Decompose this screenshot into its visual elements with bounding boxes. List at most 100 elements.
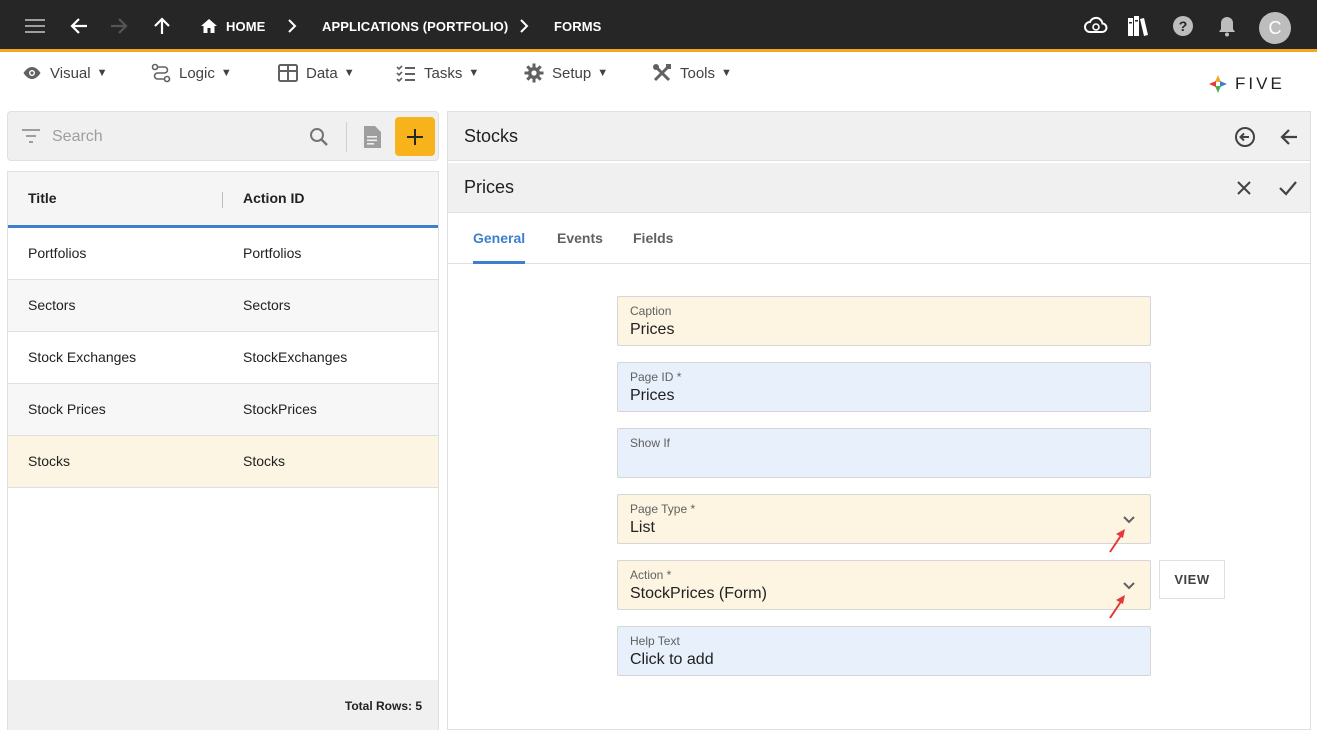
menu-setup[interactable]: Setup ▼: [524, 61, 608, 85]
table-row[interactable]: Sectors Sectors: [8, 280, 438, 332]
five-logo-text: FIVE: [1235, 74, 1285, 93]
page-record-header: Prices: [448, 163, 1310, 213]
save-check-icon[interactable]: [1275, 175, 1301, 201]
show-if-field[interactable]: Show If: [617, 428, 1151, 478]
annotation-arrow-icon: [1109, 595, 1125, 619]
menu-tasks[interactable]: Tasks ▼: [396, 61, 479, 85]
search-bar: [7, 111, 439, 161]
view-button[interactable]: VIEW: [1159, 560, 1225, 599]
menu-bar: Visual ▼ Logic ▼ Data ▼ Tasks ▼ Setup ▼ …: [0, 55, 1317, 91]
table-row-selected[interactable]: Stocks Stocks: [8, 436, 438, 488]
help-text-value: Click to add: [630, 651, 714, 668]
back-arrow-icon[interactable]: [1276, 124, 1302, 150]
notifications-bell-icon[interactable]: [1215, 14, 1239, 38]
page-id-value: Prices: [630, 387, 675, 404]
row-action-id: StockExchanges: [243, 349, 348, 365]
table-row[interactable]: Stock Prices StockPrices: [8, 384, 438, 436]
breadcrumb-applications-label: APPLICATIONS (PORTFOLIO): [322, 18, 509, 34]
help-text-field[interactable]: Help Text Click to add: [617, 626, 1151, 676]
svg-text:?: ?: [1179, 18, 1188, 34]
menu-data-label: Data: [306, 64, 338, 82]
menu-logic[interactable]: Logic ▼: [151, 61, 232, 85]
active-tab-indicator: [473, 261, 525, 264]
five-logo-mark-icon: [1209, 75, 1227, 93]
forms-list: Title Action ID Portfolios Portfolios Se…: [7, 171, 439, 730]
chevron-right-icon: [514, 16, 534, 36]
tab-events[interactable]: Events: [557, 230, 603, 246]
gear-icon: [524, 63, 544, 83]
row-title: Sectors: [28, 297, 76, 313]
table-icon: [278, 64, 298, 82]
help-icon[interactable]: ?: [1171, 14, 1195, 38]
column-divider[interactable]: [222, 192, 223, 208]
menu-tasks-label: Tasks: [424, 64, 463, 82]
row-title: Stocks: [28, 453, 71, 469]
caption-field[interactable]: Caption Prices: [617, 296, 1151, 346]
menu-data[interactable]: Data ▼: [278, 61, 355, 85]
list-header: Title Action ID: [8, 172, 438, 228]
page-type-select[interactable]: Page Type * List: [617, 494, 1151, 553]
hamburger-menu-icon[interactable]: [23, 14, 47, 38]
add-button[interactable]: [395, 117, 435, 156]
page-type-value: List: [630, 519, 655, 536]
parent-record-title: Stocks: [464, 126, 519, 146]
breadcrumb-forms[interactable]: FORMS: [554, 0, 601, 52]
caret-down-icon: ▼: [96, 67, 108, 79]
document-icon[interactable]: [362, 125, 382, 149]
row-title: Stock Prices: [28, 401, 106, 417]
row-action-id: Portfolios: [243, 245, 302, 261]
back-arrow-icon[interactable]: [67, 14, 91, 38]
history-back-icon[interactable]: [1232, 124, 1258, 150]
annotation-arrow-icon: [1109, 529, 1125, 553]
chevron-down-icon[interactable]: [1121, 578, 1137, 594]
parent-record-header: Stocks: [448, 112, 1310, 161]
show-if-label: Show If: [630, 436, 671, 450]
caret-down-icon: ▼: [220, 67, 232, 79]
page-id-field[interactable]: Page ID * Prices: [617, 362, 1151, 412]
five-logo: FIVE: [1207, 71, 1297, 97]
menu-visual[interactable]: Visual ▼: [22, 61, 107, 85]
tab-fields[interactable]: Fields: [633, 230, 673, 246]
search-icon[interactable]: [309, 127, 329, 147]
table-row[interactable]: Portfolios Portfolios: [8, 228, 438, 280]
row-action-id: Stocks: [243, 453, 286, 469]
eye-icon: [23, 67, 41, 79]
menu-tools[interactable]: Tools ▼: [652, 61, 732, 85]
breadcrumb-home[interactable]: HOME: [200, 0, 265, 52]
row-title: Portfolios: [28, 245, 87, 261]
menu-tools-label: Tools: [680, 64, 716, 82]
help-text-label: Help Text: [630, 634, 680, 648]
menu-setup-label: Setup: [552, 64, 592, 82]
chevron-right-icon: [282, 16, 302, 36]
menu-visual-label: Visual: [50, 64, 91, 82]
column-header-action-id[interactable]: Action ID: [243, 190, 304, 206]
total-rows: Total Rows: 5: [344, 699, 422, 713]
page-type-label: Page Type *: [630, 502, 696, 516]
caret-down-icon: ▼: [343, 67, 355, 79]
caret-down-icon: ▼: [468, 67, 480, 79]
forward-arrow-icon[interactable]: [107, 14, 131, 38]
list-footer: Total Rows: 5: [8, 680, 438, 730]
tools-icon: [653, 64, 671, 82]
up-arrow-icon[interactable]: [150, 14, 174, 38]
user-avatar[interactable]: C: [1259, 12, 1291, 44]
filter-icon[interactable]: [22, 129, 40, 143]
tab-general[interactable]: General: [473, 230, 525, 246]
column-header-title[interactable]: Title: [28, 190, 57, 206]
breadcrumb-home-label: HOME: [226, 18, 266, 34]
library-books-icon[interactable]: [1126, 14, 1150, 38]
chevron-down-icon[interactable]: [1121, 512, 1137, 528]
home-icon: [201, 19, 217, 33]
row-action-id: StockPrices: [243, 401, 317, 417]
checklist-icon: [396, 65, 415, 82]
search-input[interactable]: [52, 124, 302, 150]
cloud-sync-icon[interactable]: [1084, 14, 1108, 38]
action-value: StockPrices (Form): [630, 585, 767, 602]
breadcrumb-applications[interactable]: APPLICATIONS (PORTFOLIO): [322, 0, 508, 52]
search-divider: [346, 122, 347, 152]
top-bar: HOME APPLICATIONS (PORTFOLIO) FORMS ? C: [0, 0, 1317, 52]
table-row[interactable]: Stock Exchanges StockExchanges: [8, 332, 438, 384]
action-select[interactable]: Action * StockPrices (Form): [617, 560, 1151, 619]
close-icon[interactable]: [1231, 175, 1257, 201]
menu-logic-label: Logic: [179, 64, 215, 82]
